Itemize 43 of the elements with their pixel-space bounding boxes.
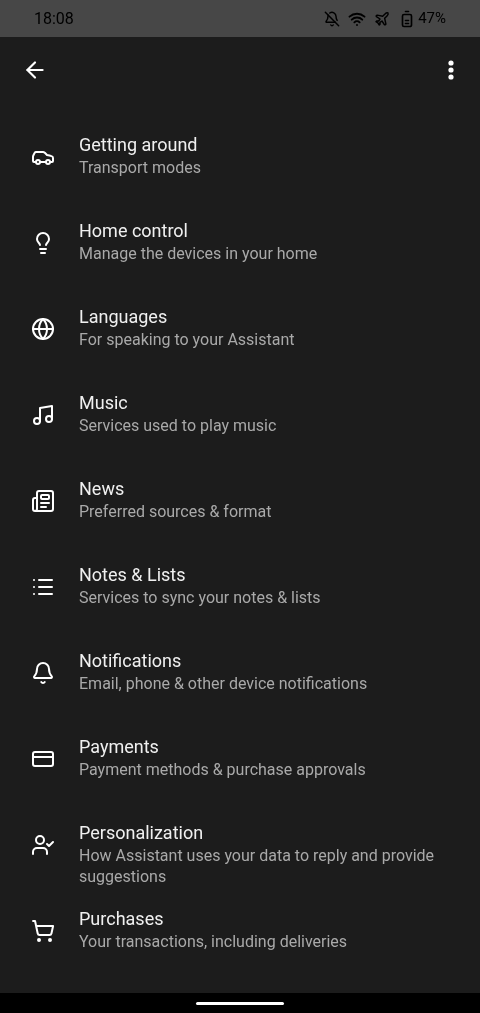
item-subtitle: Your transactions, including deliveries [79, 931, 348, 952]
item-title: Notes & Lists [79, 563, 187, 587]
person-check-icon [31, 833, 55, 857]
item-subtitle: For speaking to your Assistant [79, 329, 295, 350]
item-subtitle: Preferred sources & format [79, 501, 272, 522]
globe-icon [31, 317, 55, 341]
battery-percent: 47% [418, 8, 446, 30]
item-subtitle: Transport modes [79, 157, 201, 178]
settings-item[interactable]: Notes & Lists Services to sync your notes & lists [0, 551, 480, 637]
item-subtitle: Email, phone & other device notifications [79, 673, 368, 694]
settings-item[interactable]: Languages For speaking to your Assistant [0, 293, 480, 379]
settings-item[interactable]: Personalization How Assistant uses your data to reply and provide suggestions [0, 809, 480, 895]
cart-icon [31, 919, 55, 943]
item-subtitle: Services used to play music [79, 415, 277, 436]
settings-item[interactable]: Purchases Your transactions, including deliveries [0, 895, 480, 981]
item-subtitle: Services to sync your notes & lists [79, 587, 321, 608]
item-subtitle: How Assistant uses your data to reply and provide suggestions [79, 845, 436, 887]
item-subtitle: Manage the devices in your home [79, 243, 318, 264]
settings-item[interactable]: Music Services used to play music [0, 379, 480, 465]
item-title: Notifications [79, 649, 183, 673]
more-options-button[interactable] [446, 58, 456, 82]
settings-item[interactable]: Payments Payment methods & purchase approvals [0, 723, 480, 809]
more-vertical-icon [448, 60, 454, 80]
newspaper-icon [31, 489, 55, 513]
item-title: Purchases [79, 907, 165, 931]
status-time: 18:08 [34, 7, 74, 30]
settings-item[interactable]: Home control Manage the devices in your home [0, 207, 480, 293]
bell-icon [31, 661, 55, 685]
home-indicator[interactable] [196, 1001, 284, 1005]
airplane-icon [374, 10, 391, 27]
item-title: Home control [79, 219, 189, 243]
item-title: Languages [79, 305, 169, 329]
mute-icon [324, 10, 341, 27]
settings-item[interactable]: News Preferred sources & format [0, 465, 480, 551]
item-title: Getting around [79, 133, 199, 157]
settings-item[interactable]: Notifications Email, phone & other device notifications [0, 637, 480, 723]
item-title: Music [79, 391, 129, 415]
item-title: Payments [79, 735, 160, 759]
music-note-icon [31, 403, 55, 427]
item-title: News [79, 477, 126, 501]
item-subtitle: Payment methods & purchase approvals [79, 759, 366, 780]
item-title: Personalization [79, 821, 205, 845]
settings-item[interactable]: Getting around Transport modes [0, 121, 480, 207]
